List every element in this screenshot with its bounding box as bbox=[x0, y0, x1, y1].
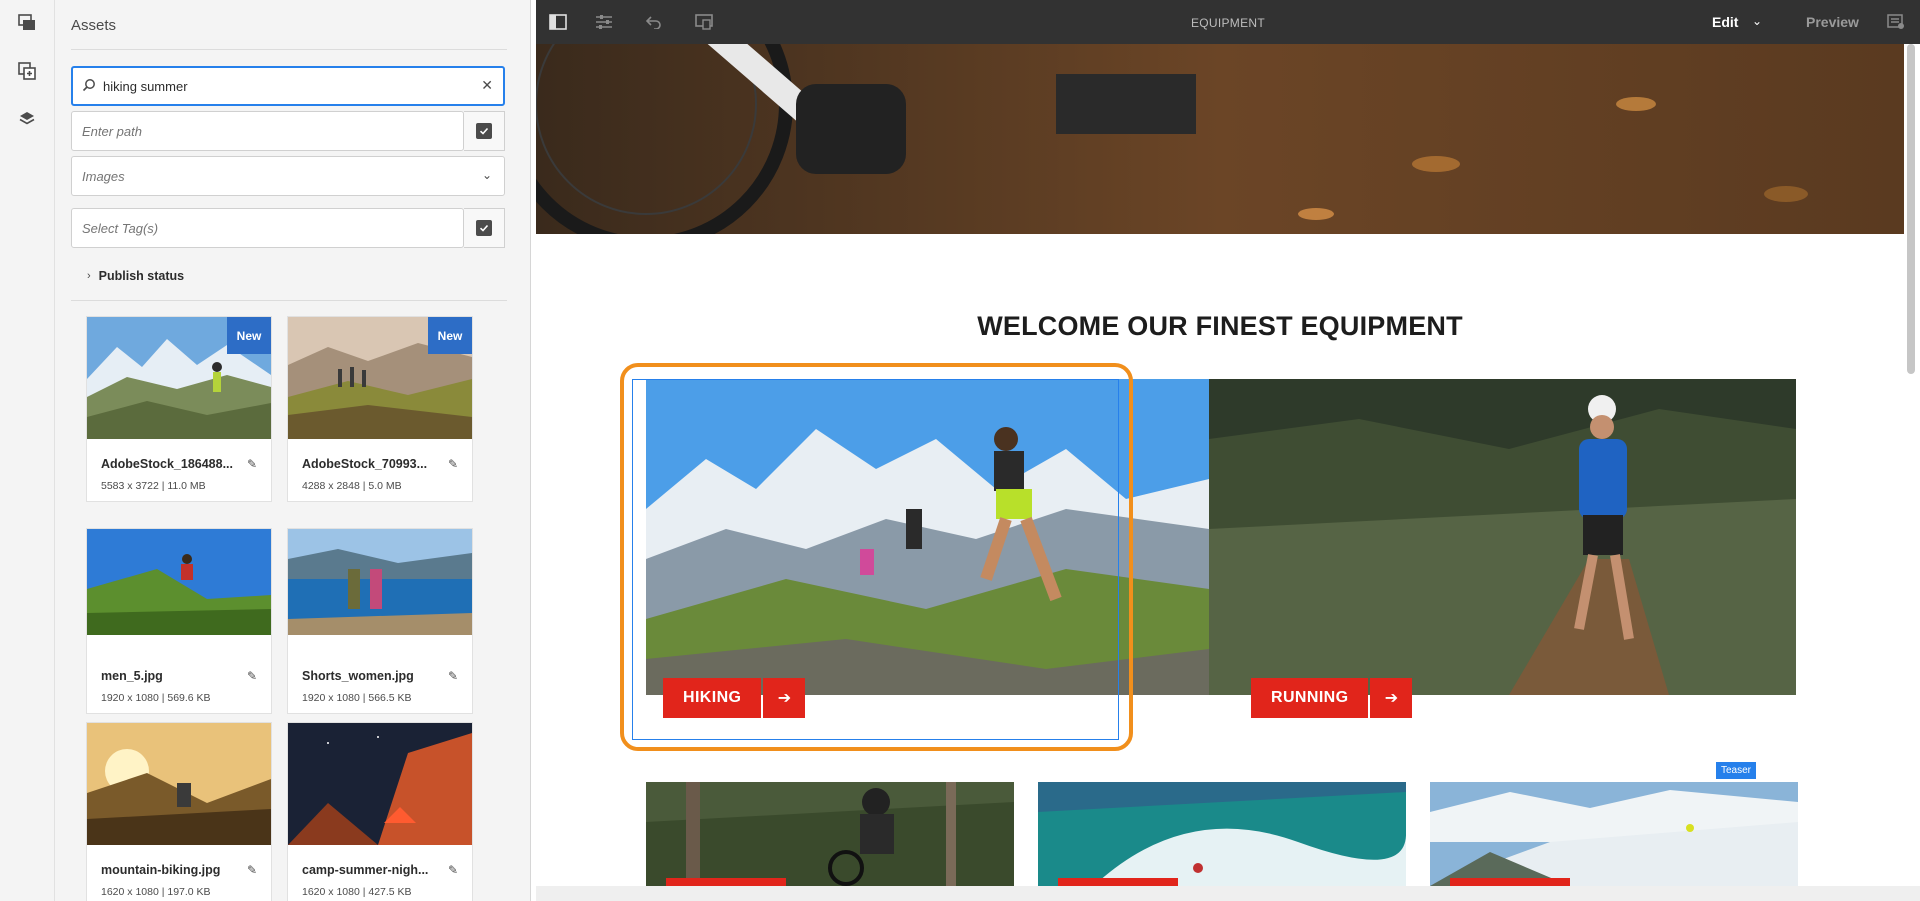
asset-thumbnail bbox=[87, 723, 271, 845]
teaser-surfing[interactable] bbox=[1038, 782, 1406, 886]
asset-name: AdobeStock_70993... bbox=[302, 457, 428, 471]
running-cta-label: RUNNING bbox=[1251, 678, 1369, 718]
assets-panel: Assets hiking summer ✕ Enter path Images… bbox=[55, 0, 531, 901]
publish-status-label: Publish status bbox=[98, 269, 185, 283]
search-value: hiking summer bbox=[103, 79, 188, 94]
content-tree-icon[interactable] bbox=[14, 106, 40, 132]
asset-card[interactable]: camp-summer-nigh... ✎ 1620 x 1080 | 427.… bbox=[287, 722, 473, 901]
new-badge: New bbox=[428, 317, 472, 354]
asset-name: AdobeStock_186488... bbox=[101, 457, 234, 471]
teaser-running[interactable] bbox=[1209, 379, 1796, 695]
publish-status-toggle[interactable]: › Publish status bbox=[87, 269, 184, 283]
side-rail bbox=[0, 0, 55, 901]
divider bbox=[71, 49, 507, 50]
teaser-skiing[interactable] bbox=[1430, 782, 1798, 886]
panel-title: Assets bbox=[71, 17, 117, 34]
edit-icon[interactable]: ✎ bbox=[247, 457, 257, 471]
teaser-mountain-biking[interactable] bbox=[646, 782, 1014, 886]
asset-thumbnail bbox=[288, 529, 472, 635]
asset-card[interactable]: New AdobeStock_186488... ✎ 5583 x 3722 |… bbox=[86, 316, 272, 502]
mode-selector[interactable]: Edit bbox=[1712, 14, 1738, 30]
asset-name: Shorts_women.jpg bbox=[302, 669, 414, 683]
asset-type-value: Images bbox=[82, 169, 125, 184]
asset-card[interactable]: men_5.jpg ✎ 1920 x 1080 | 569.6 KB bbox=[86, 528, 272, 714]
edit-icon[interactable]: ✎ bbox=[448, 457, 458, 471]
path-select-button[interactable] bbox=[464, 111, 505, 151]
asset-card[interactable]: Shorts_women.jpg ✎ 1920 x 1080 | 566.5 K… bbox=[287, 528, 473, 714]
component-selection[interactable] bbox=[632, 379, 1119, 740]
chevron-down-icon: ⌄ bbox=[481, 168, 492, 182]
tags-field[interactable]: Select Tag(s) bbox=[71, 208, 464, 248]
hero-image[interactable] bbox=[536, 44, 1904, 234]
chevron-down-icon[interactable]: ⌄ bbox=[1752, 14, 1762, 28]
new-badge: New bbox=[227, 317, 271, 354]
page-canvas: WELCOME OUR FINEST EQUIPMENT HIKING ➔ RU… bbox=[536, 44, 1904, 886]
asset-card[interactable]: mountain-biking.jpg ✎ 1620 x 1080 | 197.… bbox=[86, 722, 272, 901]
section-heading: WELCOME OUR FINEST EQUIPMENT bbox=[977, 311, 1463, 341]
edit-icon[interactable]: ✎ bbox=[448, 863, 458, 877]
components-icon[interactable] bbox=[14, 58, 40, 84]
tags-select-button[interactable] bbox=[464, 208, 505, 248]
checkbox-icon bbox=[476, 123, 492, 139]
asset-meta: 1920 x 1080 | 566.5 KB bbox=[302, 692, 412, 704]
search-input[interactable]: hiking summer ✕ bbox=[71, 66, 505, 106]
asset-meta: 1620 x 1080 | 427.5 KB bbox=[302, 886, 412, 898]
search-icon bbox=[82, 78, 96, 95]
canvas-horizontal-scrollbar[interactable] bbox=[536, 886, 1920, 901]
aem-editor: Assets hiking summer ✕ Enter path Images… bbox=[0, 0, 1920, 901]
checkbox-icon bbox=[476, 220, 492, 236]
running-cta[interactable]: RUNNING ➔ bbox=[1251, 678, 1413, 718]
assets-finder-icon[interactable] bbox=[14, 10, 40, 36]
asset-name: camp-summer-nigh... bbox=[302, 863, 429, 877]
asset-card[interactable]: New AdobeStock_70993... ✎ 4288 x 2848 | … bbox=[287, 316, 473, 502]
edit-icon[interactable]: ✎ bbox=[448, 669, 458, 683]
edit-icon[interactable]: ✎ bbox=[247, 863, 257, 877]
tags-placeholder: Select Tag(s) bbox=[82, 221, 159, 236]
asset-thumbnail bbox=[87, 529, 271, 635]
asset-thumbnail bbox=[288, 723, 472, 845]
path-placeholder: Enter path bbox=[82, 124, 142, 139]
page-info-icon[interactable] bbox=[1886, 12, 1906, 32]
asset-meta: 5583 x 3722 | 11.0 MB bbox=[101, 480, 206, 492]
edit-icon[interactable]: ✎ bbox=[247, 669, 257, 683]
asset-meta: 4288 x 2848 | 5.0 MB bbox=[302, 480, 402, 492]
canvas-scrollbar[interactable] bbox=[1907, 44, 1915, 374]
component-label: Teaser bbox=[1716, 760, 1757, 779]
path-field[interactable]: Enter path bbox=[71, 111, 464, 151]
component-label-text: Teaser bbox=[1716, 762, 1757, 779]
asset-meta: 1620 x 1080 | 197.0 KB bbox=[101, 886, 211, 898]
asset-name: men_5.jpg bbox=[101, 669, 163, 683]
divider bbox=[71, 300, 507, 301]
asset-name: mountain-biking.jpg bbox=[101, 863, 221, 877]
editor-toolbar: EQUIPMENT Edit ⌄ Preview bbox=[536, 0, 1920, 44]
arrow-right-icon: ➔ bbox=[1370, 678, 1413, 718]
asset-type-dropdown[interactable]: Images ⌄ bbox=[71, 156, 505, 196]
chevron-right-icon: › bbox=[87, 270, 91, 282]
clear-search-icon[interactable]: ✕ bbox=[481, 77, 493, 94]
preview-button[interactable]: Preview bbox=[1806, 14, 1859, 30]
asset-meta: 1920 x 1080 | 569.6 KB bbox=[101, 692, 211, 704]
